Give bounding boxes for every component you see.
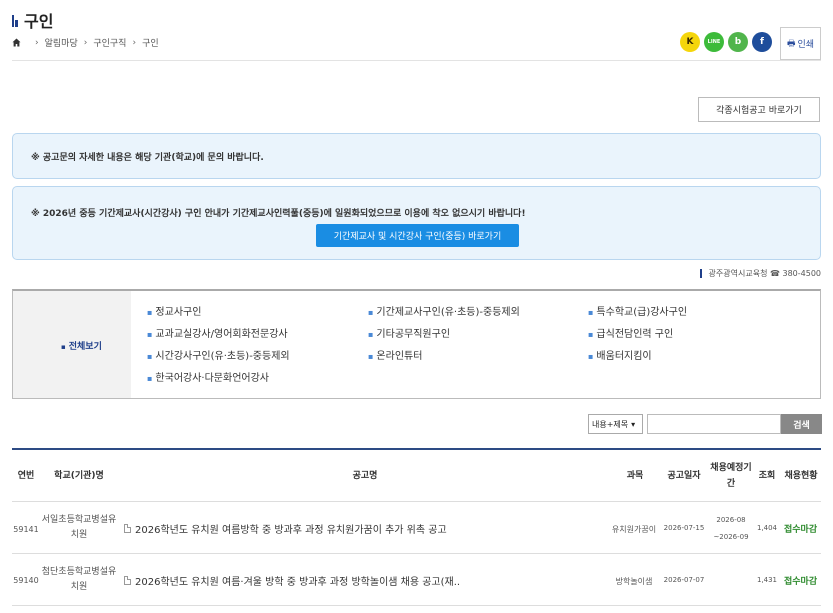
contact-info: 광주광역시교육청 ☎ 380-4500 [699,268,821,279]
kakao-share-icon[interactable]: K [680,32,700,52]
contact-text: 광주광역시교육청 ☎ 380-4500 [708,269,821,278]
cell-date: 2026-07-07 [663,576,705,584]
cell-subject: 유치원가꿈이 [611,525,657,534]
breadcrumb-item[interactable]: 알림마당 [45,36,78,49]
column-header-status: 채용현황 [784,471,818,481]
category-item[interactable]: 급식전담인력 구인 [588,325,673,340]
cell-views: 1,404 [756,524,778,532]
chevron-down-icon: ▾ [631,419,636,429]
contact-bar [699,269,702,278]
notice-box: ※ 공고문의 자세한 내용은 해당 기관(학교)에 문의 바랍니다. [12,133,821,179]
breadcrumb-item[interactable]: 구인구직 [93,36,126,49]
column-header-school: 학교(기관)명 [54,471,104,481]
category-item[interactable]: 기타공무직원구인 [368,325,450,340]
document-icon [124,576,131,585]
notice-text: ※ 2026년 중등 기간제교사(시간강사) 구인 안내가 기간제교사인력풀(중… [31,209,526,219]
table-top-border [12,448,821,450]
cell-period-start: 2026-08 [716,516,746,524]
page-header: 구인 [12,8,53,32]
cell-no: 59141 [13,525,39,534]
chevron-right-icon: › [83,37,88,48]
cell-no: 59140 [13,576,39,585]
category-item[interactable]: 배움터지킴이 [588,347,651,362]
column-header-title: 공고명 [352,471,378,481]
category-all-link[interactable]: 전체보기 [61,339,102,352]
exam-link-button[interactable]: 각종시험공고 바로가기 [698,97,820,122]
row-divider [12,553,821,554]
cell-period-end: ~2026-09 [713,533,749,541]
category-all-cell: 전체보기 [13,291,131,398]
category-item[interactable]: 기간제교사구인(유·초등)-중등제외 [368,303,519,318]
column-header-date: 공고일자 [667,471,701,481]
row-divider [12,501,821,502]
printer-icon: 🖶 [786,38,796,49]
column-header-subject: 과목 [626,471,644,481]
column-header-no: 연번 [17,471,35,481]
status-badge: 접수마감 [784,577,818,587]
notice-text: ※ 공고문의 자세한 내용은 해당 기관(학교)에 문의 바랍니다. [31,152,264,163]
cell-school: 서일초등학교병설유치원 [41,515,117,540]
search-type-select[interactable]: 내용+제목 ▾ [588,414,643,434]
cell-title-text: 2026학년도 유치원 여름방학 중 방과후 과정 유치원가꿈이 추가 위촉 공… [135,525,447,536]
status-badge: 접수마감 [784,525,818,535]
page-title: 구인 [24,12,54,31]
title-bar-icon [12,13,18,27]
chevron-right-icon: › [132,37,137,48]
print-button[interactable]: 🖶 인쇄 [780,27,821,60]
category-filter: 전체보기 정교사구인 기간제교사구인(유·초등)-중등제외 특수학교(급)강사구… [12,289,821,399]
facebook-share-icon[interactable]: f [752,32,772,52]
document-icon [124,524,131,533]
search-button[interactable]: 검색 [781,414,822,434]
secondary-recruit-link-button[interactable]: 기간제교사 및 시간강사 구인(중등) 바로가기 [316,224,519,247]
column-header-views: 조회 [758,471,776,481]
chevron-right-icon: › [35,37,39,48]
column-header-period: 채용예정기간 [710,463,752,489]
share-buttons: K LINE b f [680,32,772,52]
divider [12,60,821,61]
search-input[interactable] [647,414,781,434]
home-icon[interactable] [12,38,21,47]
category-item[interactable]: 교과교실강사/영어회화전문강사 [147,325,287,340]
print-label: 인쇄 [797,40,815,50]
category-item[interactable]: 특수학교(급)강사구인 [588,303,687,318]
cell-title[interactable]: 2026학년도 유치원 여름·겨울 방학 중 방과후 과정 방학놀이샘 채용 공… [124,573,460,588]
cell-title[interactable]: 2026학년도 유치원 여름방학 중 방과후 과정 유치원가꿈이 추가 위촉 공… [124,521,447,536]
cell-views: 1,431 [756,576,778,584]
category-item[interactable]: 시간강사구인(유·초등)-중등제외 [147,347,289,362]
cell-subject: 방학놀이샘 [615,577,653,586]
cell-date: 2026-07-15 [663,524,705,532]
category-item[interactable]: 정교사구인 [147,303,201,318]
search-bar: 내용+제목 ▾ 검색 [588,414,822,434]
category-item[interactable]: 한국어강사·다문화언어강사 [147,369,269,384]
cell-title-text: 2026학년도 유치원 여름·겨울 방학 중 방과후 과정 방학놀이샘 채용 공… [135,577,461,588]
category-item[interactable]: 온라인튜터 [368,347,422,362]
cell-school: 첨단초등학교병설유치원 [41,567,117,592]
line-share-icon[interactable]: LINE [704,32,724,52]
band-share-icon[interactable]: b [728,32,748,52]
row-divider [12,605,821,606]
notice-box: ※ 2026년 중등 기간제교사(시간강사) 구인 안내가 기간제교사인력풀(중… [12,186,821,260]
search-type-value: 내용+제목 [592,419,629,429]
breadcrumb-item[interactable]: 구인 [142,36,159,49]
breadcrumb: › 알림마당 › 구인구직 › 구인 [12,36,159,49]
